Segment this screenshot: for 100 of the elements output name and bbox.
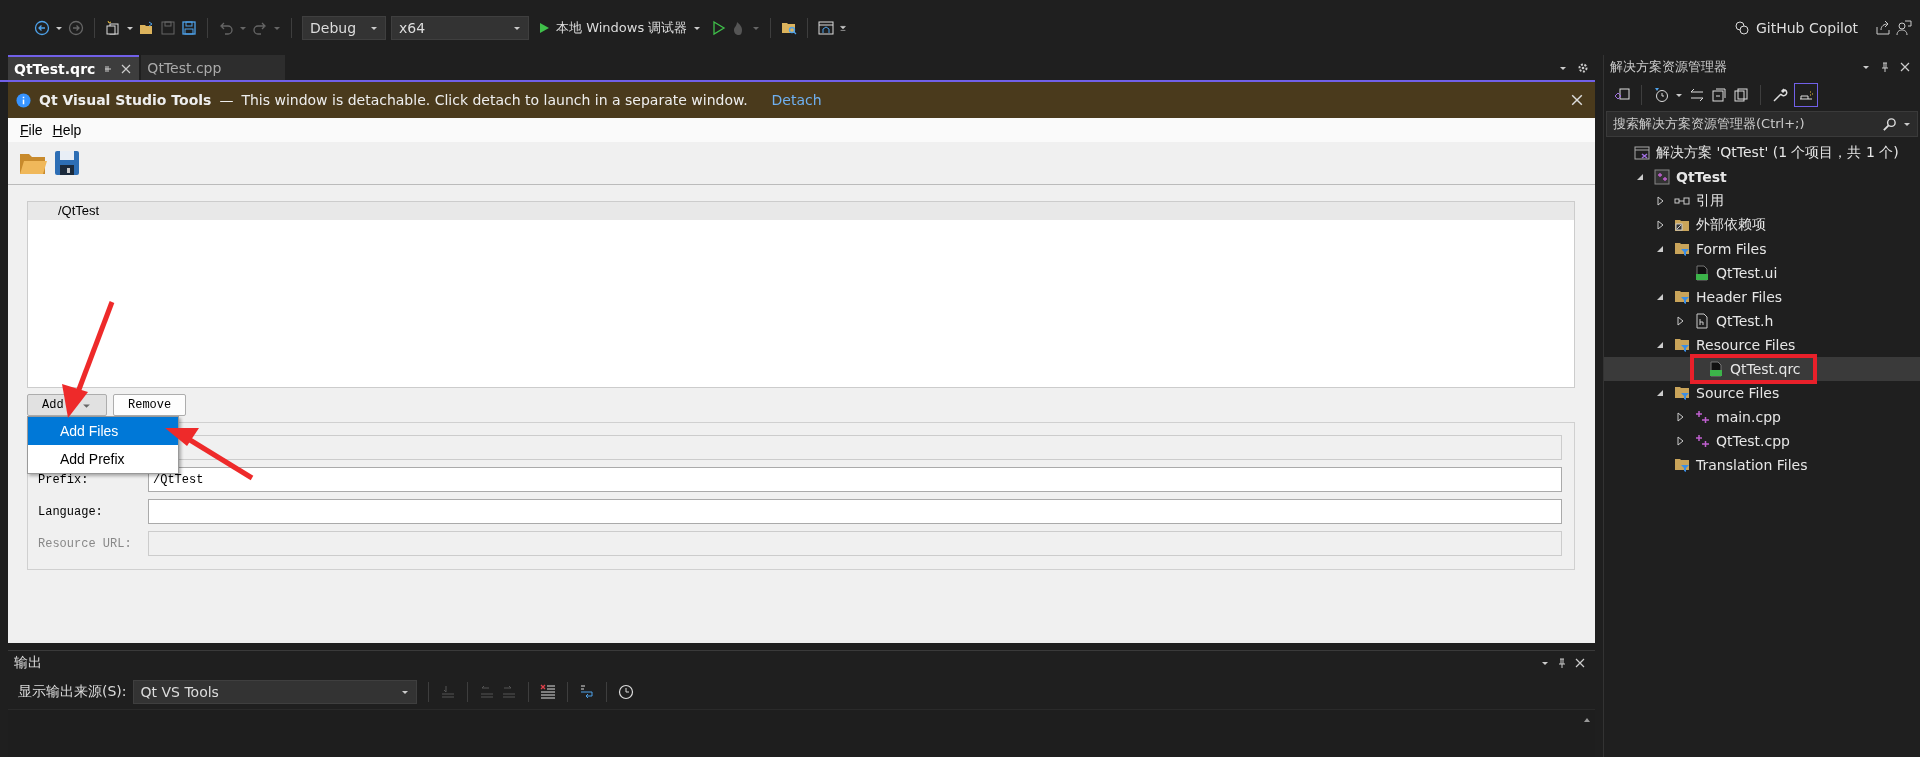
- filter-folder-icon: [1674, 241, 1690, 257]
- word-wrap-icon[interactable]: [578, 684, 595, 700]
- tree-item[interactable]: 引用: [1696, 192, 1724, 210]
- share-icon[interactable]: [1875, 19, 1891, 36]
- project-icon: [1654, 169, 1670, 185]
- resource-item[interactable]: /QtTest: [28, 202, 1574, 220]
- collapsed-icon[interactable]: [1675, 412, 1685, 422]
- play-outline-icon[interactable]: [710, 19, 727, 36]
- caret-icon[interactable]: [1903, 120, 1911, 128]
- close-icon[interactable]: [1575, 658, 1585, 668]
- tree-item[interactable]: 解决方案 'QtTest' (1 个项目，共 1 个): [1656, 144, 1899, 162]
- platform-dropdown[interactable]: x64: [391, 15, 529, 40]
- output-source-dropdown[interactable]: Qt VS Tools: [132, 680, 417, 704]
- close-icon[interactable]: [121, 63, 132, 74]
- field-label: Language:: [38, 504, 104, 519]
- expanded-icon[interactable]: [1655, 340, 1665, 350]
- tree-item[interactable]: main.cpp: [1716, 409, 1781, 425]
- collapsed-icon[interactable]: [1675, 316, 1685, 326]
- sync-icon[interactable]: [1689, 87, 1705, 103]
- menu-item[interactable]: File: [20, 122, 43, 138]
- start-debugger-button[interactable]: 本地 Windows 调试器: [534, 18, 706, 37]
- forward-icon[interactable]: [68, 19, 84, 36]
- history-icon[interactable]: [1653, 87, 1669, 103]
- clock-icon[interactable]: [617, 684, 634, 700]
- expanded-icon[interactable]: [1655, 388, 1665, 398]
- tree-item[interactable]: Header Files: [1696, 289, 1783, 305]
- scroll-up-icon[interactable]: [1583, 716, 1591, 724]
- back-icon[interactable]: [34, 19, 50, 36]
- header-file-icon: [1694, 313, 1710, 329]
- search-field[interactable]: 搜索解决方案资源管理器(Ctrl+;): [1606, 111, 1918, 137]
- caret-icon[interactable]: [1541, 659, 1549, 667]
- input-field[interactable]: [148, 499, 1562, 524]
- detach-link[interactable]: Detach: [771, 92, 822, 108]
- collapsed-icon[interactable]: [1655, 196, 1665, 206]
- filter-folder-icon: [1674, 289, 1690, 305]
- external-folder-icon: [1674, 217, 1690, 233]
- save-all-icon[interactable]: [181, 19, 197, 36]
- info-icon: [16, 92, 31, 108]
- caret-icon[interactable]: [1862, 63, 1870, 71]
- document-tab[interactable]: QtTest.qrc: [8, 55, 140, 80]
- cpp-file-icon: [1694, 433, 1710, 449]
- expanded-icon[interactable]: [1635, 172, 1645, 182]
- close-icon[interactable]: [1571, 94, 1583, 106]
- infobar-message: This window is detachable. Click detach to launch in a separate window.: [241, 92, 748, 108]
- filter-folder-icon: [1674, 337, 1690, 353]
- panel-title: 输出: [14, 654, 42, 672]
- expanded-icon[interactable]: [1655, 292, 1665, 302]
- solution-icon: [1634, 145, 1650, 161]
- infobar-title: Qt Visual Studio Tools: [39, 92, 212, 108]
- pin-icon[interactable]: [103, 63, 114, 74]
- field-label: Resource URL:: [38, 536, 133, 551]
- field-label: Prefix:: [38, 472, 90, 487]
- tree-item[interactable]: QtTest: [1676, 169, 1727, 185]
- close-icon[interactable]: [1900, 62, 1910, 72]
- new-item-icon[interactable]: [105, 19, 121, 36]
- switch-views-icon[interactable]: [1614, 87, 1630, 103]
- save-icon[interactable]: [52, 148, 82, 178]
- collapse-all-icon[interactable]: [1711, 87, 1727, 103]
- document-tab[interactable]: QtTest.cpp: [141, 55, 286, 80]
- pin-icon[interactable]: [1557, 658, 1567, 668]
- copy-icon[interactable]: [1733, 87, 1749, 103]
- wrench-icon[interactable]: [1772, 87, 1788, 103]
- collapsed-icon[interactable]: [1655, 220, 1665, 230]
- copilot-icon[interactable]: [1733, 19, 1750, 36]
- source-label: 显示输出来源(S):: [18, 683, 127, 701]
- configuration-dropdown[interactable]: Debug: [302, 15, 386, 40]
- filter-folder-icon: [1674, 457, 1690, 473]
- copilot-button[interactable]: GitHub Copilot: [1727, 18, 1864, 37]
- settings-icon[interactable]: [1577, 61, 1589, 74]
- menu-item[interactable]: Help: [52, 122, 82, 138]
- feedback-icon[interactable]: [1896, 19, 1912, 36]
- tree-item[interactable]: QtTest.ui: [1716, 265, 1778, 281]
- tree-item[interactable]: QtTest.cpp: [1716, 433, 1790, 449]
- search-icon[interactable]: [1882, 116, 1897, 132]
- file-icon: [1694, 265, 1710, 281]
- menu-item[interactable]: Add Files: [28, 417, 178, 445]
- open-folder-icon[interactable]: [139, 19, 155, 36]
- window-home-icon[interactable]: [818, 19, 835, 36]
- play-icon[interactable]: [538, 21, 550, 34]
- caret-icon[interactable]: [400, 688, 409, 696]
- filter-folder-icon: [1674, 385, 1690, 401]
- remove-button[interactable]: Remove: [113, 394, 187, 416]
- tree-item[interactable]: Form Files: [1696, 241, 1767, 257]
- pin-icon[interactable]: [1880, 62, 1890, 72]
- tree-item[interactable]: QtTest.h: [1716, 313, 1774, 329]
- tree-item[interactable]: 外部依赖项: [1696, 216, 1766, 234]
- cpp-file-icon: [1694, 409, 1710, 425]
- tree-item[interactable]: Translation Files: [1696, 457, 1808, 473]
- dash-separator: —: [219, 92, 234, 108]
- overflow-icon[interactable]: [839, 23, 848, 32]
- file-icon: [1708, 361, 1724, 377]
- collapsed-icon[interactable]: [1675, 436, 1685, 446]
- preview-toggle-icon[interactable]: [1794, 83, 1818, 107]
- caret-icon[interactable]: [1675, 91, 1683, 99]
- input-field[interactable]: /QtTest: [148, 467, 1562, 492]
- panel-title: 解决方案资源管理器: [1610, 58, 1727, 76]
- clear-all-icon[interactable]: [539, 684, 556, 700]
- tree-item[interactable]: Source Files: [1696, 385, 1780, 401]
- tree-item[interactable]: Resource Files: [1696, 337, 1796, 353]
- expanded-icon[interactable]: [1655, 244, 1665, 254]
